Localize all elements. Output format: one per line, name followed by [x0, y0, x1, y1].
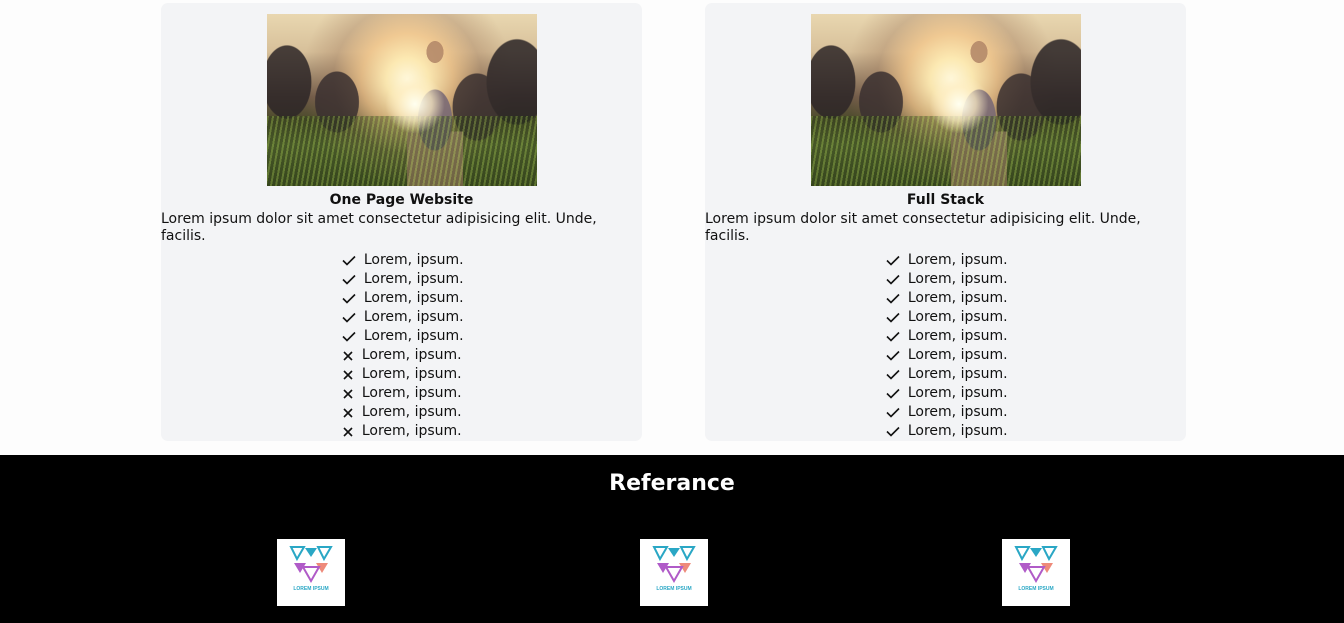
feature-label: Lorem, ipsum. [907, 271, 1008, 287]
check-icon [339, 312, 359, 323]
check-icon [339, 331, 359, 342]
check-icon [883, 255, 903, 266]
feature-label: Lorem, ipsum. [363, 328, 464, 344]
feature-list: Lorem, ipsum. Lorem, ipsum. Lorem, ipsum… [339, 251, 464, 441]
feature-label: Lorem, ipsum. [907, 252, 1008, 268]
feature-item: Lorem, ipsum. [339, 327, 464, 346]
feature-item: Lorem, ipsum. [339, 403, 463, 422]
feature-item: Lorem, ipsum. [339, 270, 464, 289]
feature-item: Lorem, ipsum. [339, 346, 463, 365]
feature-item: Lorem, ipsum. [883, 422, 1008, 441]
feature-label: Lorem, ipsum. [361, 385, 462, 401]
feature-item: Lorem, ipsum. [883, 270, 1008, 289]
card-description: Lorem ipsum dolor sit amet consectetur a… [705, 211, 1141, 244]
feature-label: Lorem, ipsum. [907, 309, 1008, 325]
reference-logo: LOREM IPSUM [640, 539, 708, 606]
logo-text: LOREM IPSUM [1018, 586, 1054, 592]
card-description: Lorem ipsum dolor sit amet consectetur a… [161, 211, 597, 244]
logo-text: LOREM IPSUM [293, 586, 329, 592]
check-icon [339, 274, 359, 285]
reference-logo: LOREM IPSUM [1002, 539, 1070, 606]
feature-item: Lorem, ipsum. [883, 327, 1008, 346]
check-icon [339, 255, 359, 266]
feature-label: Lorem, ipsum. [363, 252, 464, 268]
feature-label: Lorem, ipsum. [907, 366, 1008, 382]
feature-list: Lorem, ipsum. Lorem, ipsum. Lorem, ipsum… [883, 251, 1008, 441]
feature-item: Lorem, ipsum. [339, 289, 464, 308]
check-icon [883, 293, 903, 304]
feature-item: Lorem, ipsum. [339, 422, 463, 441]
feature-label: Lorem, ipsum. [907, 385, 1008, 401]
cross-icon [339, 350, 357, 361]
feature-item: Lorem, ipsum. [883, 308, 1008, 327]
reference-section: Referance LOREM IPSUM LOREM IPSUM LOREM … [0, 455, 1344, 623]
check-icon [883, 407, 903, 418]
lorem-ipsum-logo-icon [652, 546, 696, 584]
feature-item: Lorem, ipsum. [883, 403, 1008, 422]
feature-item: Lorem, ipsum. [883, 384, 1008, 403]
feature-label: Lorem, ipsum. [361, 423, 462, 439]
lorem-ipsum-logo-icon [289, 546, 333, 584]
check-icon [883, 312, 903, 323]
feature-label: Lorem, ipsum. [907, 423, 1008, 439]
feature-label: Lorem, ipsum. [363, 309, 464, 325]
cross-icon [339, 426, 357, 437]
feature-item: Lorem, ipsum. [883, 365, 1008, 384]
feature-item: Lorem, ipsum. [883, 251, 1008, 270]
check-icon [339, 293, 359, 304]
feature-label: Lorem, ipsum. [907, 347, 1008, 363]
card-title: Full Stack [906, 192, 985, 208]
card-title: One Page Website [329, 192, 474, 208]
lorem-ipsum-logo-icon [1014, 546, 1058, 584]
feature-label: Lorem, ipsum. [363, 290, 464, 306]
pricing-card-full-stack: Full Stack Lorem ipsum dolor sit amet co… [705, 3, 1186, 441]
card-image [266, 14, 537, 186]
check-icon [883, 331, 903, 342]
feature-label: Lorem, ipsum. [363, 271, 464, 287]
feature-item: Lorem, ipsum. [339, 365, 463, 384]
feature-item: Lorem, ipsum. [339, 251, 464, 270]
reference-logo: LOREM IPSUM [277, 539, 345, 606]
feature-label: Lorem, ipsum. [907, 404, 1008, 420]
feature-item: Lorem, ipsum. [883, 346, 1008, 365]
feature-item: Lorem, ipsum. [883, 289, 1008, 308]
feature-label: Lorem, ipsum. [361, 366, 462, 382]
check-icon [883, 426, 903, 437]
card-image [810, 14, 1081, 186]
feature-label: Lorem, ipsum. [361, 347, 462, 363]
cross-icon [339, 388, 357, 399]
feature-item: Lorem, ipsum. [339, 384, 463, 403]
feature-item: Lorem, ipsum. [339, 308, 464, 327]
check-icon [883, 350, 903, 361]
check-icon [883, 369, 903, 380]
cross-icon [339, 369, 357, 380]
pricing-card-one-page-website: One Page Website Lorem ipsum dolor sit a… [161, 3, 642, 441]
feature-label: Lorem, ipsum. [907, 290, 1008, 306]
reference-title: Referance [609, 471, 735, 496]
logo-text: LOREM IPSUM [656, 586, 692, 592]
feature-label: Lorem, ipsum. [361, 404, 462, 420]
check-icon [883, 274, 903, 285]
cross-icon [339, 407, 357, 418]
check-icon [883, 388, 903, 399]
feature-label: Lorem, ipsum. [907, 328, 1008, 344]
